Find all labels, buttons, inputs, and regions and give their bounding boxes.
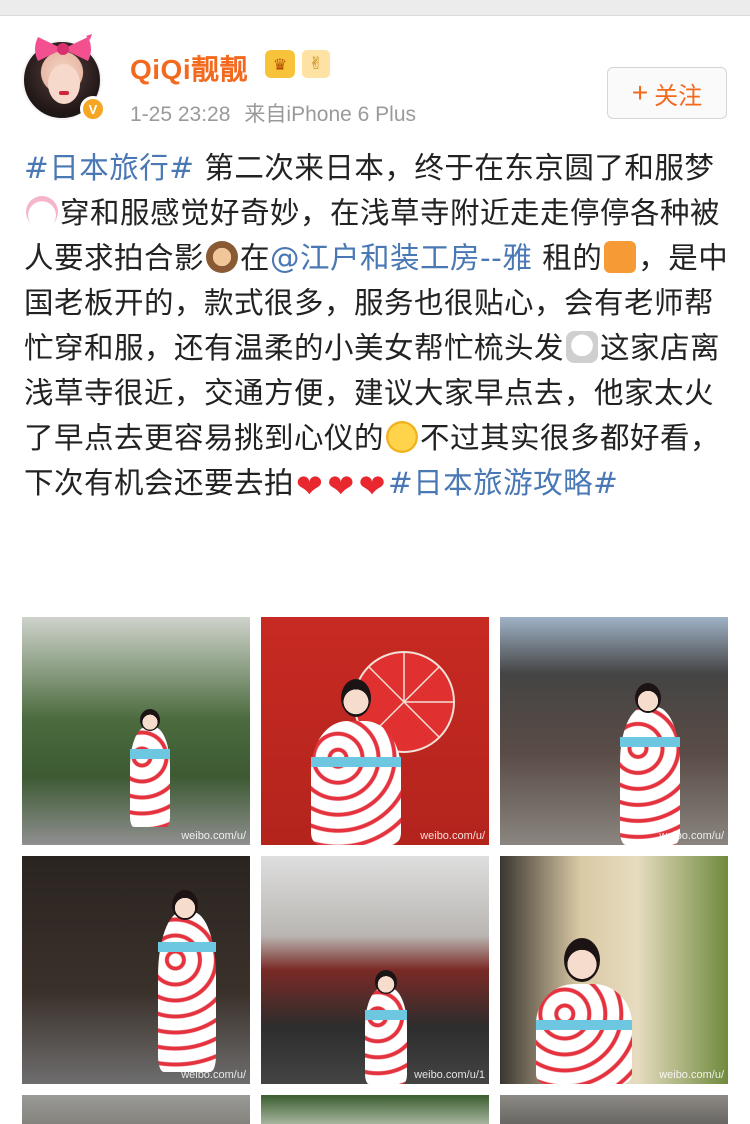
post-source: 来自iPhone 6 Plus [244,103,417,126]
watermark: weibo.com/u/ [420,830,485,842]
photo-1[interactable]: weibo.com/u/ [22,617,250,845]
post-header: V QiQi靓靓 ♛ ✌ 1-25 23:28 来自iPhone 6 Plus +… [0,16,750,136]
watermark: weibo.com/u/ [659,830,724,842]
photo-4[interactable]: weibo.com/u/ [22,856,250,1084]
avatar[interactable]: V [22,34,106,124]
photo-7[interactable] [22,1095,250,1124]
photo-5[interactable]: weibo.com/u/1 [261,856,489,1084]
photo-3[interactable]: weibo.com/u/ [500,617,728,845]
avatar-lips [59,91,69,95]
figure-head [564,938,600,982]
watermark: weibo.com/u/ [659,1069,724,1081]
see-no-evil-monkey-icon [206,241,239,273]
mention-shop[interactable]: @江户和装工房--雅 [270,241,532,275]
victory-hand-icon: ✌ [302,50,330,78]
kimono-emoji-icon [604,241,637,273]
crown-icon: ♛ [265,50,295,78]
verified-badge: V [80,96,106,122]
hashtag-japan-travel[interactable]: #日本旅行# [24,151,194,185]
follow-label: 关注 [654,82,703,110]
hashtag-japan-travel-guide[interactable]: #日本旅游攻略# [388,466,618,500]
post-text-part: 在 [240,241,271,275]
figure-head [635,683,661,713]
post-meta: 1-25 23:28 来自iPhone 6 Plus [130,98,416,128]
figure-head [140,709,160,731]
plus-icon: + [631,77,649,108]
figure [536,984,632,1084]
watermark: weibo.com/u/1 [414,1069,485,1081]
follow-button[interactable]: + 关注 [607,67,727,119]
top-strip [0,0,750,16]
figure-head [375,970,397,994]
photo-6[interactable]: weibo.com/u/ [500,856,728,1084]
figure [130,727,170,827]
heart-icon: ❤ [327,467,355,505]
figure [158,912,216,1072]
post-text-part: 租的 [532,241,603,275]
watermark: weibo.com/u/ [181,830,246,842]
heart-icon: ❤ [358,467,386,505]
photo-2[interactable]: weibo.com/u/ [261,617,489,845]
figure-head [172,890,198,920]
post-time: 1-25 23:28 [130,103,231,126]
photo-8[interactable] [261,1095,489,1124]
post-text-part: 第二次来日本，终于在东京圆了和服梦 [194,151,715,185]
figure [311,721,401,845]
rabbit-emoji-icon [26,196,58,228]
figure-head [341,679,371,717]
photo-9[interactable] [500,1095,728,1124]
figure [365,988,407,1084]
bow-icon [35,34,92,61]
watermark: weibo.com/u/ [181,1069,246,1081]
avatar-face [48,64,80,104]
post-body: #日本旅行# 第二次来日本，终于在东京圆了和服梦穿和服感觉好奇妙，在浅草寺附近走… [24,146,730,509]
username[interactable]: QiQi靓靓 [130,48,248,88]
heart-icon: ❤ [296,467,324,505]
ghost-emoji-icon [566,331,599,363]
figure [620,707,680,845]
thinking-emoji-icon [386,421,419,453]
